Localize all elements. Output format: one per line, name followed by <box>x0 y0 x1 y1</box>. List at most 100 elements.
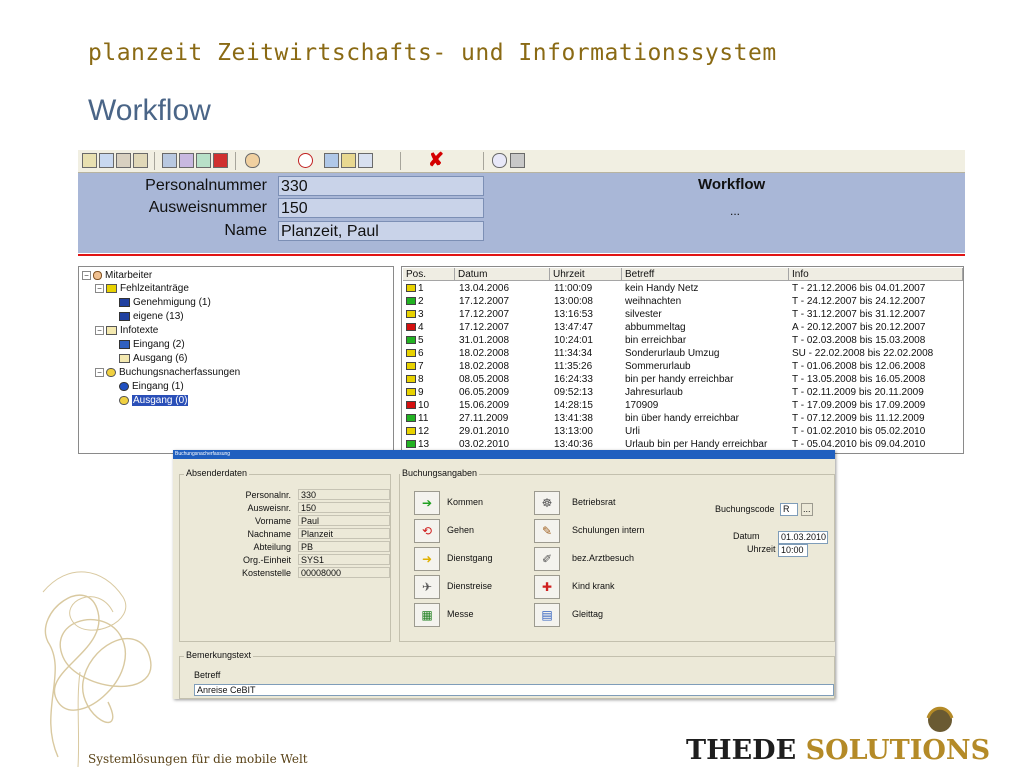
user-icon[interactable] <box>245 153 260 168</box>
cell-pos: 4 <box>406 321 424 334</box>
tree-item-genehmigung[interactable]: Genehmigung (1) <box>119 296 211 309</box>
column-header-betreff[interactable]: Betreff <box>622 268 789 281</box>
refresh-icon[interactable] <box>298 153 313 168</box>
footer-tagline: Systemlösungen für die mobile Welt <box>88 752 308 766</box>
dienstgang-button[interactable]: ➜ <box>414 547 440 571</box>
settings-icon[interactable] <box>510 153 525 168</box>
status-flag-icon <box>406 401 416 410</box>
collapse-icon[interactable]: − <box>95 325 104 335</box>
cell-pos-text: 11 <box>418 413 429 424</box>
schulungen-button[interactable]: ✎ <box>534 519 560 543</box>
ausweisnummer-field[interactable]: 150 <box>278 198 484 218</box>
logo-text-solutions: SOLUTIONS <box>805 735 991 766</box>
column-header-datum[interactable]: Datum <box>455 268 550 281</box>
tree-item-eigene[interactable]: eigene (13) <box>119 310 184 323</box>
column-header-uhrzeit[interactable]: Uhrzeit <box>550 268 622 281</box>
workflow-tree: − Mitarbeiter − Fehlzeitanträge Genehmigun… <box>78 266 394 454</box>
booking-icon <box>106 367 116 377</box>
betriebsrat-label: Betriebsrat <box>572 497 616 507</box>
betreff-label: Betreff <box>194 670 221 680</box>
table-row[interactable]: 5 31.01.2008 10:24:01 bin erreichbar T - 02.… <box>402 334 963 347</box>
cancel-icon[interactable]: ✘ <box>428 150 444 172</box>
tree-item-info-eingang[interactable]: Eingang (2) <box>119 338 185 351</box>
slide-heading: planzeit Zeitwirtschafts- und Informatio… <box>88 40 777 66</box>
gehen-button[interactable]: ⟲ <box>414 519 440 543</box>
status-flag-icon <box>406 388 416 397</box>
table-row[interactable]: 2 17.12.2007 13:00:08 weihnachten T - 24.12.… <box>402 295 963 308</box>
search-icon[interactable] <box>99 153 114 168</box>
tree-item-mitarbeiter[interactable]: − Mitarbeiter <box>82 269 152 282</box>
tree-item-info-ausgang[interactable]: Ausgang (6) <box>119 352 187 365</box>
arrow-in-icon: ➔ <box>421 496 433 510</box>
buchungscode-field[interactable]: R <box>780 503 798 516</box>
uhrzeit-field[interactable]: 10:00 <box>778 544 808 557</box>
export-icon[interactable] <box>213 153 228 168</box>
status-flag-icon <box>406 349 416 358</box>
tree-item-fehlzeitantraege[interactable]: − Fehlzeitanträge <box>95 282 189 295</box>
users-icon[interactable] <box>179 153 194 168</box>
booking-legend: Buchungsangaben <box>400 468 480 478</box>
open-icon[interactable] <box>82 153 97 168</box>
tree-item-buchung-ausgang[interactable]: Ausgang (0) <box>119 394 189 407</box>
cell-uhrzeit: 10:24:01 <box>554 335 593 346</box>
info-icon[interactable] <box>492 153 507 168</box>
group-icon[interactable] <box>196 153 211 168</box>
tree-item-buchung-eingang[interactable]: Eingang (1) <box>119 380 184 393</box>
dienstreise-button[interactable]: ✈ <box>414 575 440 599</box>
cell-uhrzeit: 11:00:09 <box>554 283 593 294</box>
sender-field-value: 150 <box>298 502 390 513</box>
buchungscode-browse-button[interactable]: ... <box>801 503 813 516</box>
personalnummer-field[interactable]: 330 <box>278 176 484 196</box>
collapse-icon[interactable]: − <box>95 283 104 293</box>
table-row[interactable]: 12 29.01.2010 13:13:00 Urli T - 01.02.2010 b… <box>402 425 963 438</box>
cell-pos: 9 <box>406 386 424 399</box>
cell-betreff: Jahresurlaub <box>625 387 683 398</box>
table-row[interactable]: 11 27.11.2009 13:41:38 bin über handy errei… <box>402 412 963 425</box>
messe-label: Messe <box>447 609 474 619</box>
find-icon[interactable] <box>324 153 339 168</box>
table-row[interactable]: 7 18.02.2008 11:35:26 Sommerurlaub T - 01.06… <box>402 360 963 373</box>
print-icon[interactable] <box>162 153 177 168</box>
council-icon: ☸ <box>541 496 553 510</box>
cell-datum: 13.04.2006 <box>459 283 510 294</box>
table-row[interactable]: 10 15.06.2009 14:28:15 170909 T - 17.09.2009… <box>402 399 963 412</box>
table-row[interactable]: 6 18.02.2008 11:34:34 Sonderurlaub Umzug SU … <box>402 347 963 360</box>
dienstgang-label: Dienstgang <box>447 553 493 563</box>
collapse-icon[interactable]: − <box>95 367 104 377</box>
person-icon <box>93 270 102 280</box>
cell-datum: 06.05.2009 <box>459 387 510 398</box>
list-icon[interactable] <box>133 153 148 168</box>
tree-item-buchungsnacherfassungen[interactable]: − Buchungsnacherfassungen <box>95 366 240 379</box>
kommen-button[interactable]: ➔ <box>414 491 440 515</box>
datum-field[interactable]: 01.03.2010 <box>778 531 828 544</box>
name-field[interactable]: Planzeit, Paul <box>278 221 484 241</box>
collapse-icon[interactable]: − <box>82 270 91 280</box>
tree-item-label: Mitarbeiter <box>105 270 153 281</box>
calc-icon[interactable] <box>341 153 356 168</box>
gleittag-button[interactable]: ▤ <box>534 603 560 627</box>
tree-item-infotexte[interactable]: − Infotexte <box>95 324 158 337</box>
table-row[interactable]: 8 08.05.2008 16:24:33 bin per handy erreich… <box>402 373 963 386</box>
cell-uhrzeit: 14:28:15 <box>554 400 593 411</box>
betriebsrat-button[interactable]: ☸ <box>534 491 560 515</box>
betreff-field[interactable]: Anreise CeBIT <box>194 684 834 696</box>
cell-betreff: Sommerurlaub <box>625 361 691 372</box>
table-row[interactable]: 4 17.12.2007 13:47:47 abbummeltag A - 20.12.… <box>402 321 963 334</box>
cell-info: T - 01.02.2010 bis 05.02.2010 <box>792 426 926 437</box>
kind-krank-button[interactable]: ✚ <box>534 575 560 599</box>
report-icon[interactable] <box>116 153 131 168</box>
table-row[interactable]: 3 17.12.2007 13:16:53 silvester T - 31.12.20… <box>402 308 963 321</box>
tree-item-label: Ausgang (0) <box>132 395 189 406</box>
messe-button[interactable]: ▦ <box>414 603 440 627</box>
sender-field-value: 330 <box>298 489 390 500</box>
remark-fieldset: Bemerkungstext Betreff Anreise CeBIT <box>179 650 835 699</box>
grid-icon[interactable] <box>358 153 373 168</box>
table-row[interactable]: 9 06.05.2009 09:52:13 Jahresurlaub T - 02.11… <box>402 386 963 399</box>
tree-item-label: Infotexte <box>120 325 159 336</box>
arztbesuch-button[interactable]: ✐ <box>534 547 560 571</box>
column-header-pos[interactable]: Pos. <box>403 268 455 281</box>
column-header-info[interactable]: Info <box>789 268 963 281</box>
cell-pos-text: 9 <box>418 387 424 398</box>
datum-label: Datum <box>733 531 760 541</box>
table-row[interactable]: 1 13.04.2006 11:00:09 kein Handy Netz T - 21… <box>402 282 963 295</box>
